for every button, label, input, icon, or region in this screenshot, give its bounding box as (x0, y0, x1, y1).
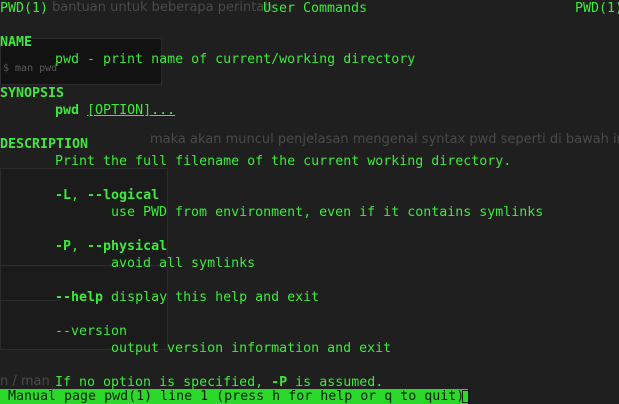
default-note-before: If no option is specified, (55, 375, 272, 390)
option-physical-flag: -P, --physical (55, 238, 167, 255)
header-right: PWD(1) (575, 1, 619, 16)
section-heading-description: DESCRIPTION (0, 137, 89, 152)
option-logical-short: -L (55, 188, 72, 203)
option-logical-separator: , (71, 188, 88, 203)
option-logical-description: use PWD from environment, even if it con… (111, 205, 544, 220)
section-heading-synopsis: SYNOPSIS (0, 86, 65, 101)
option-physical-long: --physical (87, 239, 168, 254)
default-note-after: is assumed. (287, 375, 384, 390)
option-logical-flag: -L, --logical (55, 187, 159, 204)
option-physical-description: avoid all symlinks (111, 256, 256, 271)
description-text: Print the full filename of the current w… (55, 154, 512, 169)
terminal-window[interactable]: PWD(1) User Commands PWD(1) NAME pwd - p… (0, 0, 619, 404)
terminal-cursor[interactable] (462, 390, 469, 403)
header-title: User Commands (263, 1, 368, 16)
option-version-flag: --version (55, 324, 128, 339)
synopsis-option: [OPTION]... (87, 103, 176, 118)
name-text: pwd - print name of current/working dire… (55, 52, 416, 67)
header-left: PWD(1) (0, 1, 49, 16)
pager-status-bar: Manual page pwd(1) line 1 (press h for h… (0, 389, 468, 404)
section-heading-name: NAME (0, 35, 33, 50)
option-physical-separator: , (71, 239, 88, 254)
option-help-flag: --help (55, 290, 104, 305)
option-help-description: display this help and exit (103, 290, 320, 305)
option-logical-long: --logical (87, 188, 160, 203)
synopsis-command: pwd (55, 103, 80, 118)
option-version-description: output version information and exit (111, 341, 392, 356)
option-physical-short: -P (55, 239, 72, 254)
option-help: --help display this help and exit (55, 289, 319, 306)
default-note-flag: -P (271, 375, 288, 390)
synopsis-line: pwd [OPTION]... (55, 102, 175, 119)
